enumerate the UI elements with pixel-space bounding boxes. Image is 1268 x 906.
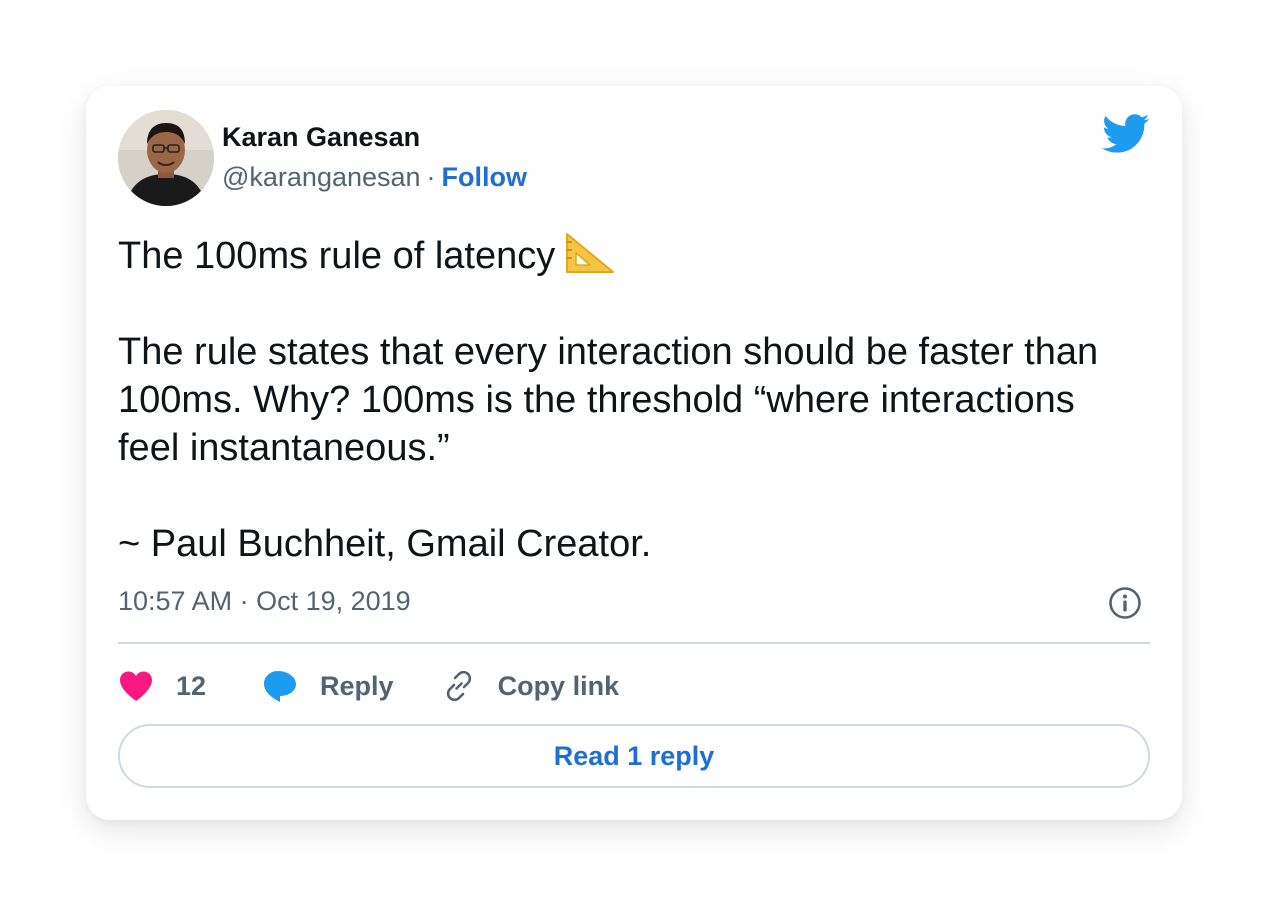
tweet-line-1: The 100ms rule of latency — [118, 230, 1158, 280]
avatar-photo — [118, 110, 214, 206]
read-replies-button[interactable]: Read 1 reply — [118, 724, 1150, 788]
triangular-ruler-icon — [566, 233, 615, 273]
tweet-line-3: 100ms. Why? 100ms is the threshold “wher… — [118, 379, 1075, 421]
avatar[interactable] — [118, 110, 214, 206]
twitter-bird-icon[interactable] — [1102, 114, 1150, 154]
heart-icon — [120, 671, 152, 701]
tweet-body: The 100ms rule of latency The rule state… — [118, 230, 1158, 568]
author-handle-row: @karanganesan · Follow — [222, 162, 527, 193]
link-icon — [446, 670, 471, 702]
speech-bubble-icon — [264, 671, 297, 702]
author-name[interactable]: Karan Ganesan — [222, 122, 420, 153]
author-handle[interactable]: @karanganesan — [222, 162, 421, 192]
tweet-card: Karan Ganesan @karanganesan · Follow The 1… — [86, 86, 1182, 820]
tweet-line-2: The rule states that every interaction s… — [118, 331, 1099, 373]
like-button[interactable]: 12 — [118, 670, 206, 702]
reply-label: Reply — [320, 670, 394, 701]
tweet-line-4: feel instantaneous.” — [118, 427, 450, 469]
action-bar: 12 Reply Copy link — [118, 666, 619, 706]
reply-button[interactable]: Reply — [262, 669, 394, 703]
divider — [118, 642, 1150, 644]
like-count: 12 — [176, 670, 207, 701]
tweet-headline: The 100ms rule of latency — [118, 235, 556, 277]
copy-link-label: Copy link — [497, 670, 620, 701]
follow-button[interactable]: Follow — [442, 162, 527, 192]
tweet-quote-attribution: ~ Paul Buchheit, Gmail Creator. — [118, 523, 652, 565]
info-icon[interactable] — [1108, 586, 1142, 620]
tweet-timestamp[interactable]: 10:57 AM · Oct 19, 2019 — [118, 586, 411, 617]
separator-dot: · — [426, 162, 436, 192]
copy-link-button[interactable]: Copy link — [442, 669, 620, 703]
